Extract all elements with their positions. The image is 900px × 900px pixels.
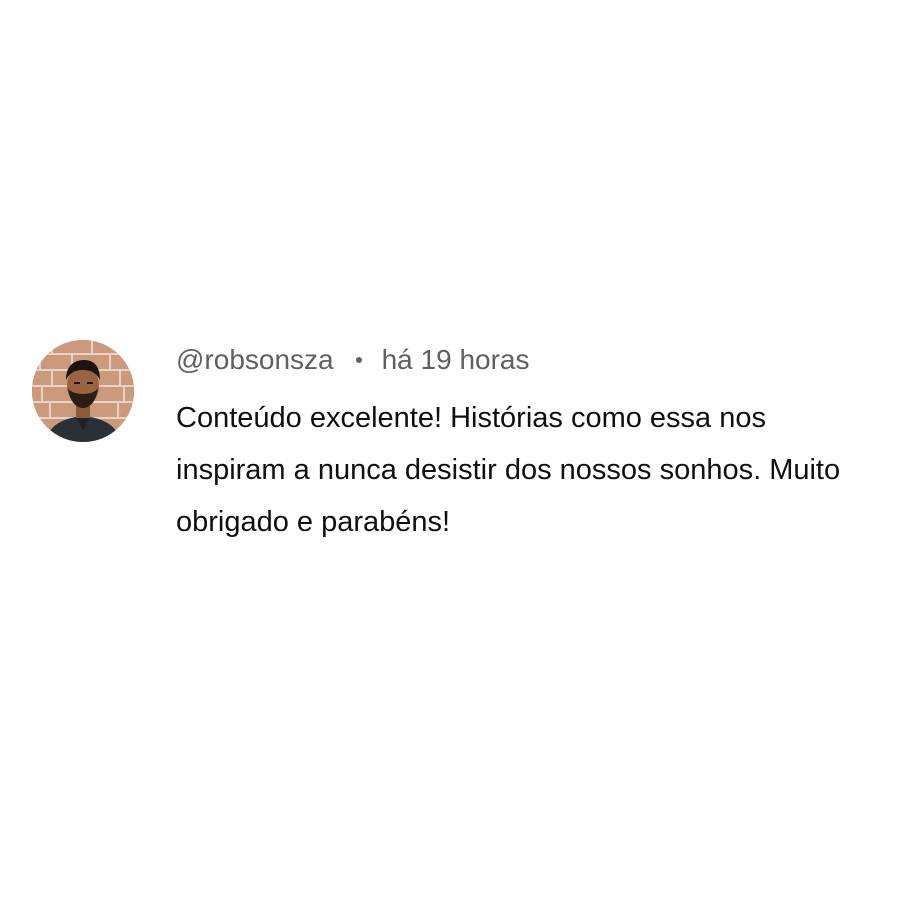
comment-text: Conteúdo excelente! Histórias como essa …: [176, 402, 841, 538]
separator-dot: [355, 357, 362, 363]
comment-timestamp[interactable]: há 19 horas: [382, 340, 530, 380]
comment-content: @robsonsza há 19 horas Conteúdo excelent…: [176, 340, 872, 548]
comment: @robsonsza há 19 horas Conteúdo excelent…: [32, 340, 872, 548]
avatar[interactable]: [32, 340, 134, 442]
avatar-photo-icon: [32, 340, 134, 442]
author-handle[interactable]: @robsonsza: [176, 340, 334, 380]
comment-meta: @robsonsza há 19 horas: [176, 340, 872, 380]
